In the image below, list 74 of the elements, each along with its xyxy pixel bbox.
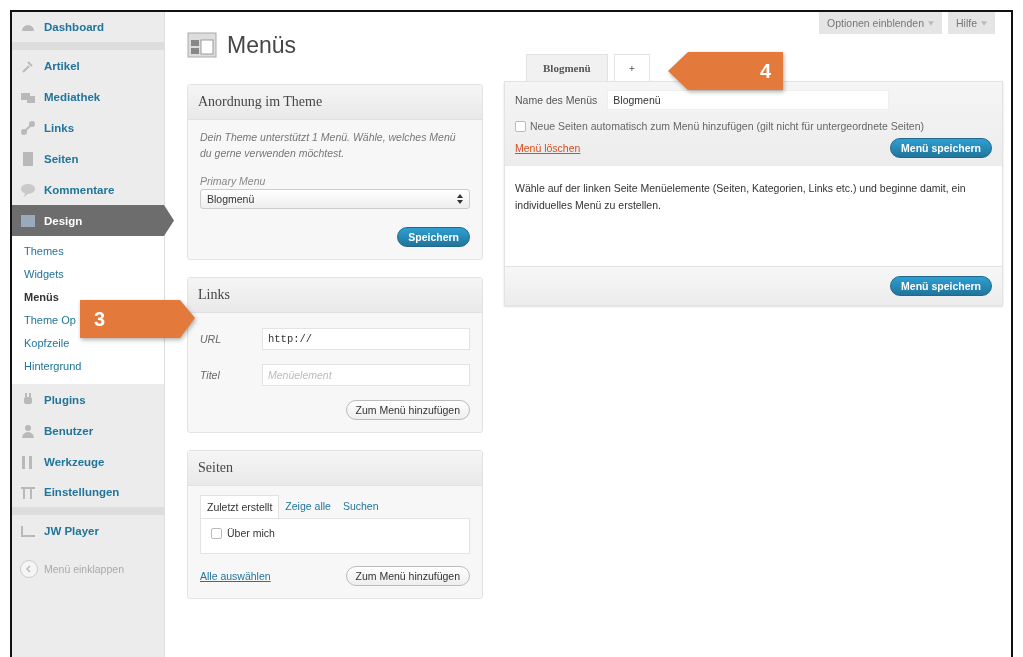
auto-add-label: Neue Seiten automatisch zum Menü hinzufügen (gilt nicht für untergeordnete Seiten) (530, 119, 924, 134)
updown-icon (457, 194, 463, 204)
submenu-item[interactable]: Widgets (22, 265, 66, 288)
panel-title: Anordnung im Theme (188, 85, 482, 120)
save-button[interactable]: Speichern (397, 227, 470, 247)
url-field[interactable]: http:// (262, 328, 470, 350)
save-menu-button[interactable]: Menü speichern (890, 276, 992, 296)
sidebar-item[interactable]: Seiten (12, 143, 164, 174)
sidebar-label: Werkzeuge (44, 455, 105, 468)
sidebar-item[interactable]: Einstellungen (12, 477, 164, 515)
sidebar-label: Kommentare (44, 183, 115, 196)
sidebar-item[interactable]: Mediathek (12, 81, 164, 112)
checkbox[interactable] (515, 121, 526, 132)
sidebar-label: Design (44, 214, 83, 227)
pages-tab[interactable]: Zuletzt erstellt (200, 495, 280, 518)
screen-option-button[interactable]: Hilfe (948, 12, 995, 34)
sidebar-item[interactable]: JW Player (12, 515, 164, 546)
sidebar-label: Seiten (44, 152, 79, 165)
pages-tab[interactable]: Suchen (336, 495, 385, 518)
speech-bubble-icon (20, 181, 36, 198)
checkbox[interactable] (211, 527, 222, 539)
menu-name-field[interactable]: Blogmenü (607, 90, 890, 110)
menus-page-icon (187, 32, 217, 58)
link-icon (20, 119, 36, 136)
panel-title: Seiten (188, 451, 482, 486)
delete-menu-link[interactable]: Menü löschen (515, 142, 581, 154)
url-label: URL (200, 333, 222, 345)
select-label: Primary Menu (200, 175, 267, 187)
menu-tab[interactable]: + (613, 54, 650, 81)
sidebar-label: Mediathek (44, 90, 101, 103)
sidebar-label: JW Player (44, 524, 99, 537)
menu-name-label: Name des Menüs (515, 94, 598, 106)
sidebar-item[interactable]: Plugins (12, 384, 164, 415)
submenu-item[interactable]: Hintergrund (22, 357, 84, 380)
caret-icon (981, 20, 987, 26)
sidebar-label: Links (44, 121, 75, 134)
title-label: Titel (200, 369, 221, 381)
caret-icon (928, 20, 934, 26)
sidebar-label: Plugins (44, 393, 86, 406)
sidebar-label: Einstellungen (44, 486, 120, 498)
theme-note: Dein Theme unterstützt 1 Menü. Wähle, welches Menü du gerne verwenden möchtest. (200, 130, 457, 161)
callout-arrow: 3 (80, 300, 195, 338)
sidebar-label: Artikel (44, 59, 80, 72)
page-label: Über mich (227, 527, 275, 539)
screen-option-button[interactable]: Optionen einblenden (819, 12, 942, 34)
page-title: Menüs (227, 31, 297, 59)
person-icon (20, 422, 36, 439)
submenu-item[interactable]: Theme Op (22, 311, 78, 334)
save-menu-button[interactable]: Menü speichern (890, 138, 992, 158)
collapse-icon[interactable] (20, 560, 38, 578)
callout-arrow: 4 (668, 52, 783, 90)
sidebar-item[interactable]: Benutzer (12, 415, 164, 446)
sidebar-item[interactable]: Dashboard (12, 12, 164, 50)
sidebar-item[interactable]: Links (12, 112, 164, 143)
panel-title: Links (188, 278, 482, 313)
add-to-menu-button[interactable]: Zum Menü hinzufügen (345, 566, 470, 586)
sidebar-label: Benutzer (44, 424, 94, 437)
sidebar-item[interactable]: Artikel (12, 50, 164, 81)
sidebar-label: Dashboard (44, 21, 105, 33)
add-to-menu-button[interactable]: Zum Menü hinzufügen (345, 400, 470, 420)
sidebar-item[interactable]: Werkzeuge (12, 446, 164, 477)
menu-select[interactable]: Blogmenü (200, 189, 470, 209)
pages-tab[interactable]: Zeige alle (279, 495, 337, 518)
submenu-item[interactable]: Kopfzeile (22, 334, 72, 357)
title-field[interactable]: Menüelement (262, 364, 470, 386)
select-all-link[interactable]: Alle auswählen (200, 570, 271, 582)
sidebar-item[interactable]: Design (12, 205, 174, 236)
submenu-item[interactable]: Themes (22, 242, 66, 265)
menu-tab[interactable]: Blogmenü (526, 54, 608, 81)
page-icon (20, 150, 36, 167)
menu-hint: Wähle auf der linken Seite Menüelemente (Seiten, Kategorien, Links etc.) und beginne damit, ein individuelles Menü zu erstellen. (515, 181, 967, 213)
layout-icon (20, 212, 36, 229)
sidebar-item[interactable]: Kommentare (12, 174, 164, 205)
submenu-item[interactable]: Menüs (22, 288, 61, 311)
